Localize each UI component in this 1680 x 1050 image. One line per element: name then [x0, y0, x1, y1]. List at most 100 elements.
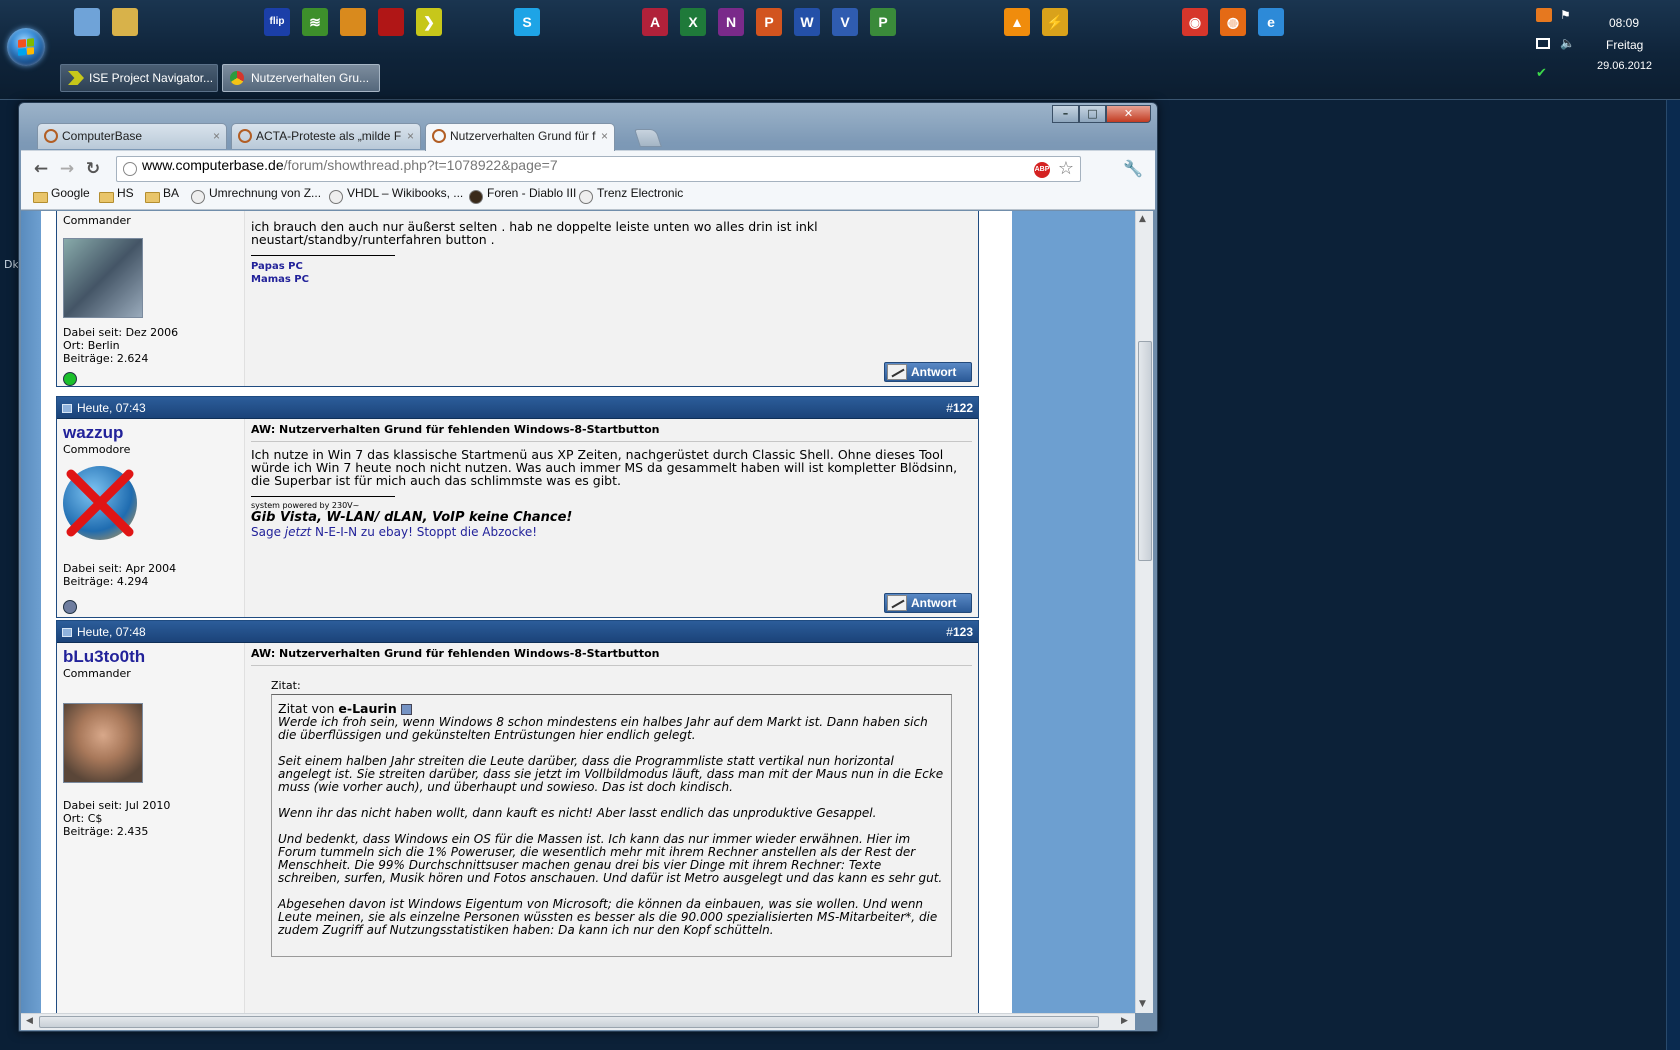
bookmark-trenz[interactable]: Trenz Electronic: [577, 186, 683, 204]
access-icon[interactable]: A: [640, 6, 670, 38]
browser-window: – □ ✕ ComputerBase × ACTA-Proteste als „…: [18, 102, 1158, 1032]
address-bar[interactable]: www.computerbase.de/forum/showthread.php…: [116, 156, 1081, 182]
bookmark-google[interactable]: Google: [31, 186, 90, 203]
online-status-icon: [63, 372, 77, 386]
ise-project-navigator-icon[interactable]: ❯: [414, 6, 444, 38]
atmel-flip-icon[interactable]: flip: [262, 6, 292, 38]
clock-time[interactable]: 08:09: [1609, 16, 1680, 30]
bookmark-vhdl-wikibooks[interactable]: VHDL – Wikibooks, ...: [327, 186, 463, 204]
explorer-icon[interactable]: [110, 6, 140, 38]
avatar[interactable]: [63, 238, 143, 318]
desktop-icon-label[interactable]: Dk: [4, 258, 19, 271]
scrollbar-thumb[interactable]: [1138, 341, 1152, 561]
excel-icon[interactable]: X: [678, 6, 708, 38]
powerpoint-icon[interactable]: P: [754, 6, 784, 38]
bookmark-hs[interactable]: HS: [97, 186, 134, 203]
forum-post-121: Commander Dabei seit: Dez 2006 Ort: Berl…: [56, 211, 979, 387]
bookmark-ba[interactable]: BA: [143, 186, 179, 203]
firefox-icon[interactable]: ◍: [1218, 6, 1248, 38]
avatar[interactable]: [63, 466, 137, 540]
wikibooks-icon: [329, 190, 343, 204]
user-stats: Dabei seit: Jul 2010 Ort: C$ Beiträge: 2…: [63, 799, 171, 838]
wrench-menu-icon[interactable]: 🔧: [1123, 159, 1143, 178]
signature-link-papas-pc[interactable]: Papas PC: [251, 260, 972, 273]
show-desktop-icon[interactable]: [72, 6, 102, 38]
signature-separator: [251, 255, 395, 256]
tab-label: ACTA-Proteste als „milde F: [256, 129, 402, 143]
tab-nutzerverhalten[interactable]: Nutzerverhalten Grund für f ×: [425, 123, 615, 151]
reload-icon[interactable]: ↻: [83, 159, 103, 179]
onenote-icon[interactable]: N: [716, 6, 746, 38]
project-icon[interactable]: P: [868, 6, 898, 38]
post-message: ich brauch den auch nur äußerst selten .…: [245, 211, 978, 386]
tab-close-icon[interactable]: ×: [407, 124, 414, 148]
network-icon[interactable]: [1536, 38, 1550, 49]
user-rank: Commander: [63, 667, 131, 680]
avatar[interactable]: [63, 703, 143, 783]
signature-link-mamas-pc[interactable]: Mamas PC: [251, 273, 972, 286]
ise-icon[interactable]: ≋: [300, 6, 330, 38]
vlc-icon[interactable]: ▲: [1002, 6, 1032, 38]
tab-acta[interactable]: ACTA-Proteste als „milde F ×: [231, 123, 421, 149]
tool-icon-orange[interactable]: [338, 6, 368, 38]
maximize-button[interactable]: □: [1079, 105, 1106, 123]
close-button[interactable]: ✕: [1106, 105, 1151, 123]
forward-arrow-icon[interactable]: →: [57, 159, 77, 179]
desktop-background: [0, 100, 20, 1050]
scroll-right-arrow-icon[interactable]: ▶: [1121, 1016, 1128, 1026]
back-arrow-icon[interactable]: ←: [31, 159, 51, 179]
scroll-up-arrow-icon[interactable]: ▲: [1139, 214, 1146, 224]
minimize-button[interactable]: –: [1052, 105, 1079, 123]
word-icon[interactable]: W: [792, 6, 822, 38]
scrollbar-thumb[interactable]: [39, 1016, 1099, 1028]
clock-date[interactable]: 29.06.2012: [1597, 60, 1680, 72]
tray-app-icon[interactable]: [1536, 8, 1552, 22]
scroll-down-arrow-icon[interactable]: ▼: [1139, 999, 1146, 1009]
bookmark-umrechnung[interactable]: Umrechnung von Z...: [189, 186, 321, 204]
skype-icon[interactable]: S: [512, 6, 542, 38]
reply-button[interactable]: Antwort: [884, 593, 972, 613]
user-stats: Dabei seit: Apr 2004 Beiträge: 4.294: [63, 562, 177, 588]
clock-day[interactable]: Freitag: [1606, 38, 1680, 52]
globe-icon: [123, 162, 137, 176]
safely-remove-check-icon[interactable]: ✔: [1536, 66, 1552, 81]
quote-author-line: Zitat von e-Laurin: [278, 701, 945, 716]
bookmark-diablo[interactable]: Foren - Diablo III: [467, 186, 576, 204]
window-controls: – □ ✕: [1052, 105, 1151, 123]
reply-button[interactable]: Antwort: [884, 362, 972, 382]
adblock-plus-icon[interactable]: ABP: [1034, 162, 1050, 178]
tool-icon-red[interactable]: [376, 6, 406, 38]
post-title: AW: Nutzerverhalten Grund für fehlenden …: [251, 419, 972, 442]
quote-box: Zitat von e-Laurin Werde ich froh sein, …: [271, 694, 952, 957]
tool-icon-bolt[interactable]: ⚡: [1040, 6, 1070, 38]
visio-icon[interactable]: V: [830, 6, 860, 38]
new-tab-button[interactable]: [634, 129, 662, 147]
tab-close-icon[interactable]: ×: [213, 124, 220, 148]
tab-close-icon[interactable]: ×: [601, 124, 608, 148]
start-button[interactable]: [7, 28, 45, 66]
cross-icon: [66, 469, 134, 537]
taskbar-button-ise[interactable]: ISE Project Navigator...: [60, 64, 218, 92]
scroll-left-arrow-icon[interactable]: ◀: [26, 1016, 33, 1026]
username-link[interactable]: wazzup: [63, 423, 244, 443]
site-icon: [191, 190, 205, 204]
chrome-icon[interactable]: ◉: [1180, 6, 1210, 38]
horizontal-scrollbar[interactable]: ◀ ▶: [21, 1013, 1135, 1030]
volume-icon[interactable]: 🔈: [1560, 36, 1576, 50]
url-text[interactable]: www.computerbase.de/forum/showthread.php…: [142, 157, 558, 173]
jump-to-post-icon[interactable]: [400, 704, 412, 715]
ie-icon[interactable]: e: [1256, 6, 1286, 38]
post-number-link[interactable]: #122: [946, 397, 973, 419]
username-link[interactable]: bLu3to0th: [63, 647, 244, 667]
signature-ebay-link[interactable]: Sage jetzt N-E-I-N zu ebay! Stoppt die A…: [251, 525, 972, 539]
forum-post-122: Heute, 07:43 #122 wazzup Commodore Dabei…: [56, 396, 979, 618]
post-user-column: Commander Dabei seit: Dez 2006 Ort: Berl…: [57, 211, 245, 386]
action-center-flag-icon[interactable]: ⚑: [1560, 8, 1576, 22]
bookmark-star-icon[interactable]: ☆: [1058, 158, 1074, 179]
vertical-scrollbar[interactable]: ▲ ▼: [1135, 211, 1153, 1013]
tab-computerbase[interactable]: ComputerBase ×: [37, 123, 227, 149]
post-icon: [62, 404, 72, 413]
offline-status-icon: [63, 600, 77, 614]
taskbar-button-chrome[interactable]: Nutzerverhalten Gru...: [222, 64, 380, 92]
post-number-link[interactable]: #123: [946, 621, 973, 643]
